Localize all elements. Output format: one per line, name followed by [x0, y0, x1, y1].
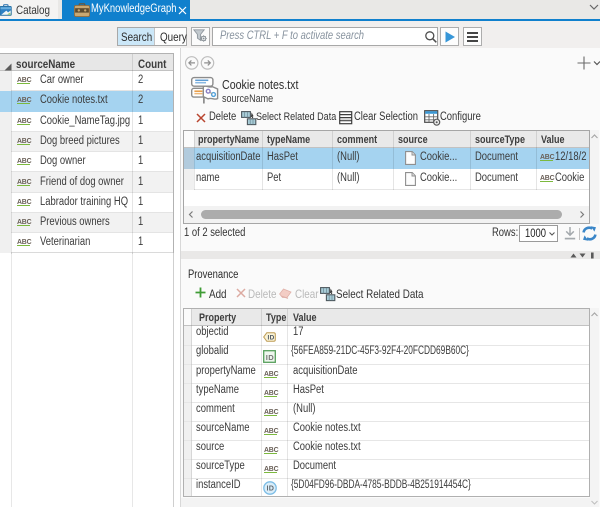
svg-text:ID: ID [267, 483, 275, 492]
svg-text:ID: ID [268, 334, 275, 341]
svg-text:ID: ID [266, 352, 274, 361]
